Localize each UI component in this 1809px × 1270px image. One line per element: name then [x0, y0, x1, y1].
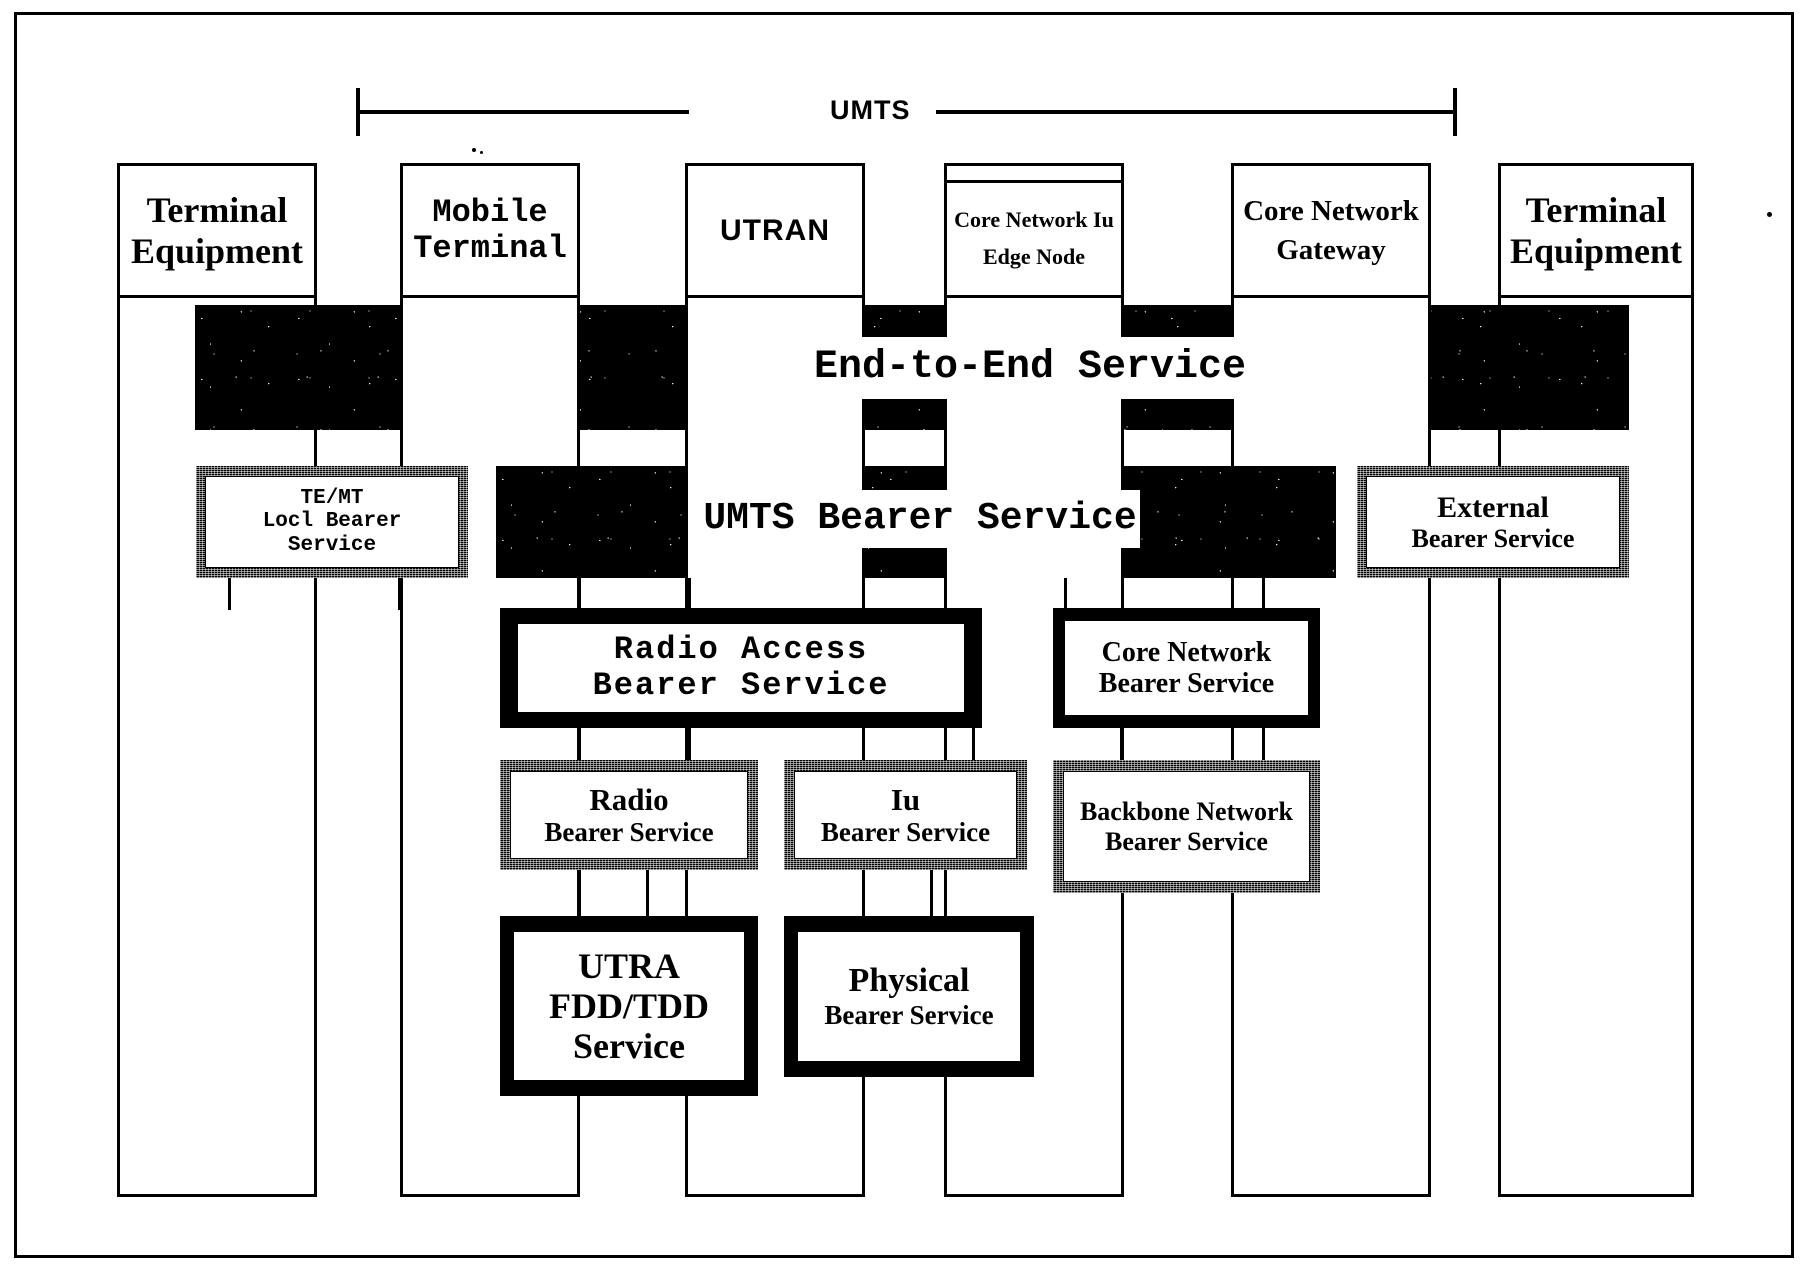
box-physical-bearer-service[interactable]: Physical Bearer Service	[784, 916, 1034, 1077]
column-label-line: Terminal	[1525, 190, 1667, 231]
column-head-utran[interactable]: UTRAN	[685, 163, 865, 298]
layer-label: Bearer Service	[1105, 826, 1268, 856]
link-iu-to-physical-left	[862, 870, 865, 916]
layer-label: Physical	[848, 962, 970, 1000]
link-cnb-to-backbone-left	[1120, 728, 1123, 760]
layer-label: Bearer Service	[820, 817, 991, 848]
box-core-network-bearer-service[interactable]: Core Network Bearer Service	[1053, 608, 1320, 728]
link-temt-down-left	[228, 578, 231, 610]
column-label-line: Terminal	[413, 229, 567, 267]
layer-label: UTRA	[577, 945, 680, 986]
column-label-line: Core Network Iu	[954, 207, 1114, 233]
layer-label: External	[1437, 490, 1549, 524]
column-label-line: Core Network	[1243, 195, 1419, 228]
column-label-line: Equipment	[1509, 230, 1683, 271]
link-rab-to-radio-right	[688, 728, 691, 760]
label-end-to-end-service: End-to-End Service	[805, 337, 1255, 399]
box-backbone-network-bearer-service[interactable]: Backbone Network Bearer Service	[1053, 760, 1320, 893]
link-temt-down-right	[398, 578, 401, 610]
link-rab-to-radio-left	[578, 728, 581, 760]
pass-through-core-network-gateway	[1231, 305, 1431, 430]
box-iu-bearer-service[interactable]: Iu Bearer Service	[784, 760, 1027, 870]
link-iu-to-physical-right	[930, 870, 933, 916]
layer-label: Core Network	[1101, 636, 1272, 668]
bracket-line-left	[356, 110, 689, 114]
column-head-terminal-equipment-left[interactable]: Terminal Equipment	[117, 163, 317, 298]
link-rab-to-iu-left	[862, 728, 865, 760]
column-label-line: Gateway	[1276, 233, 1386, 266]
link-umts-to-rab-left	[578, 578, 581, 608]
label-umts-bearer-service: UMTS Bearer Service	[700, 490, 1140, 548]
column-head-terminal-equipment-right[interactable]: Terminal Equipment	[1498, 163, 1694, 298]
layer-label: Iu	[890, 781, 921, 817]
scan-speckle	[472, 148, 476, 152]
link-radio-to-utra-left	[578, 870, 581, 916]
column-label-line: Terminal	[146, 190, 288, 231]
layer-label: Service	[287, 533, 377, 557]
link-umts-to-rab-right	[688, 578, 691, 608]
layer-label: UMTS Bearer Service	[703, 497, 1137, 541]
layer-label: End-to-End Service	[813, 345, 1247, 390]
diagram-canvas: UMTS Terminal Equipment Mobile Terminal …	[0, 0, 1809, 1270]
layer-label: Service	[573, 1026, 685, 1067]
bracket-line-right	[936, 110, 1457, 114]
column-head-core-network-iu-edge-node[interactable]: Core Network Iu Edge Node	[944, 180, 1124, 298]
column-head-mobile-terminal[interactable]: Mobile Terminal	[400, 163, 580, 298]
layer-label: Bearer Service	[824, 1000, 994, 1031]
layer-label: TE/MT	[300, 486, 364, 510]
box-external-bearer-service[interactable]: External Bearer Service	[1357, 466, 1629, 578]
layer-label: Radio	[589, 781, 669, 817]
column-label-line: Edge Node	[982, 244, 1086, 269]
link-cnb-to-backbone-right	[1262, 728, 1265, 760]
link-umts-to-cnb-right	[1262, 578, 1265, 608]
link-umts-to-cnb-left	[1064, 578, 1067, 608]
link-radio-to-utra-right	[646, 870, 649, 916]
layer-label: Bearer Service	[1098, 668, 1275, 699]
umts-span-label: UMTS	[830, 95, 911, 125]
scan-speckle	[480, 151, 483, 154]
box-radio-bearer-service[interactable]: Radio Bearer Service	[500, 760, 758, 870]
pass-through-mobile-terminal	[400, 305, 580, 430]
column-label-line: Mobile	[432, 193, 548, 231]
column-head-core-network-gateway[interactable]: Core Network Gateway	[1231, 163, 1431, 298]
box-te-mt-local-bearer-service[interactable]: TE/MT Locl Bearer Service	[196, 466, 468, 578]
bracket-tick-right	[1453, 88, 1457, 136]
layer-label: Backbone Network	[1079, 797, 1294, 827]
scan-speckle	[1767, 212, 1772, 217]
layer-label: FDD/TDD	[549, 985, 709, 1026]
layer-label: Locl Bearer	[262, 510, 402, 534]
layer-label: Bearer Service	[544, 817, 714, 848]
link-rab-to-iu-right	[972, 728, 975, 760]
column-label-line: Equipment	[130, 230, 304, 271]
column-label-line: UTRAN	[720, 213, 830, 247]
box-utra-fdd-tdd-service[interactable]: UTRA FDD/TDD Service	[500, 916, 758, 1096]
layer-label: Bearer Service	[1411, 524, 1575, 554]
